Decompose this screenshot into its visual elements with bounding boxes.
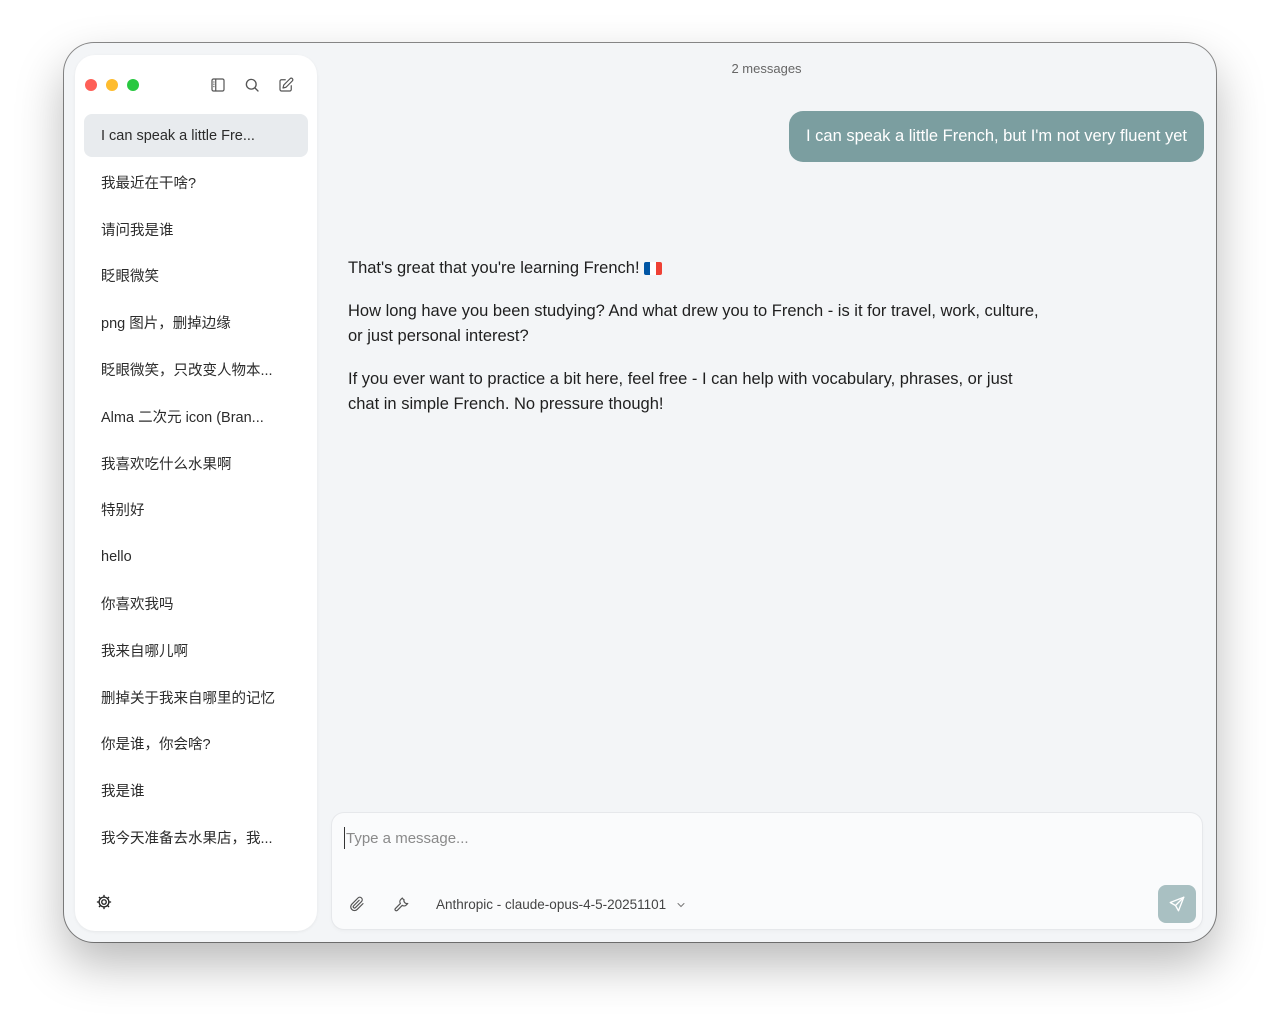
model-label: Anthropic - claude-opus-4-5-20251101 <box>436 897 667 912</box>
compose-icon[interactable] <box>276 75 296 95</box>
conversation-item[interactable]: 我来自哪儿啊 <box>84 629 308 672</box>
conversation-item[interactable]: 眨眼微笑，只改变人物本... <box>84 348 308 391</box>
sidebar-icon[interactable] <box>208 75 228 95</box>
traffic-lights <box>85 79 139 91</box>
conversation-item[interactable]: I can speak a little Fre... <box>84 114 308 157</box>
conversation-item[interactable]: 你是谁，你会啥? <box>84 722 308 765</box>
message-composer: Anthropic - claude-opus-4-5-20251101 <box>332 813 1202 929</box>
conversation-item[interactable]: png 图片，删掉边缘 <box>84 301 308 344</box>
chevron-down-icon <box>677 902 685 907</box>
conversation-item[interactable]: 删掉关于我来自哪里的记忆 <box>84 676 308 719</box>
wrench-icon[interactable] <box>393 895 413 915</box>
model-selector[interactable]: Anthropic - claude-opus-4-5-20251101 <box>436 897 687 912</box>
conversation-item[interactable]: 眨眼微笑 <box>84 254 308 297</box>
sidebar: I can speak a little Fre... 我最近在干啥? 请问我是谁眨… <box>75 55 317 931</box>
conversation-list: I can speak a little Fre... 我最近在干啥? 请问我是谁眨… <box>84 114 308 863</box>
assistant-paragraph: If you ever want to practice a bit here,… <box>348 369 1013 414</box>
app-window: I can speak a little Fre... 我最近在干啥? 请问我是谁眨… <box>64 43 1216 942</box>
conversation-item[interactable]: 请问我是谁 <box>84 208 308 251</box>
send-icon <box>1169 896 1185 912</box>
gear-icon[interactable] <box>95 893 115 913</box>
assistant-message: That's great that you're learning French… <box>348 256 1048 435</box>
chat-area: 2 messages I can speak a little French, … <box>317 43 1216 942</box>
assistant-paragraph: That's great that you're learning French… <box>348 256 1048 282</box>
conversation-item[interactable]: 你喜欢我吗 <box>84 582 308 625</box>
paperclip-icon[interactable] <box>348 895 368 915</box>
conversation-item[interactable]: hello <box>84 535 308 578</box>
close-window-button[interactable] <box>85 79 97 91</box>
conversation-item[interactable]: 特别好 <box>84 488 308 531</box>
message-count: 2 messages <box>731 61 802 76</box>
send-button[interactable] <box>1158 885 1196 923</box>
assistant-paragraph: How long have you been studying? And wha… <box>348 301 1039 346</box>
user-message-bubble: I can speak a little French, but I'm not… <box>789 111 1204 162</box>
conversation-item[interactable]: 我今天准备去水果店，我... <box>84 816 308 859</box>
message-input[interactable] <box>344 827 1190 849</box>
search-icon[interactable] <box>242 75 262 95</box>
french-flag-icon <box>643 262 662 275</box>
conversation-item[interactable]: 我喜欢吃什么水果啊 <box>84 442 308 485</box>
minimize-window-button[interactable] <box>106 79 118 91</box>
conversation-item[interactable]: 我最近在干啥? <box>84 161 308 204</box>
zoom-window-button[interactable] <box>127 79 139 91</box>
conversation-item[interactable]: Alma 二次元 icon (Bran... <box>84 395 308 438</box>
conversation-item[interactable]: 我是谁 <box>84 769 308 812</box>
